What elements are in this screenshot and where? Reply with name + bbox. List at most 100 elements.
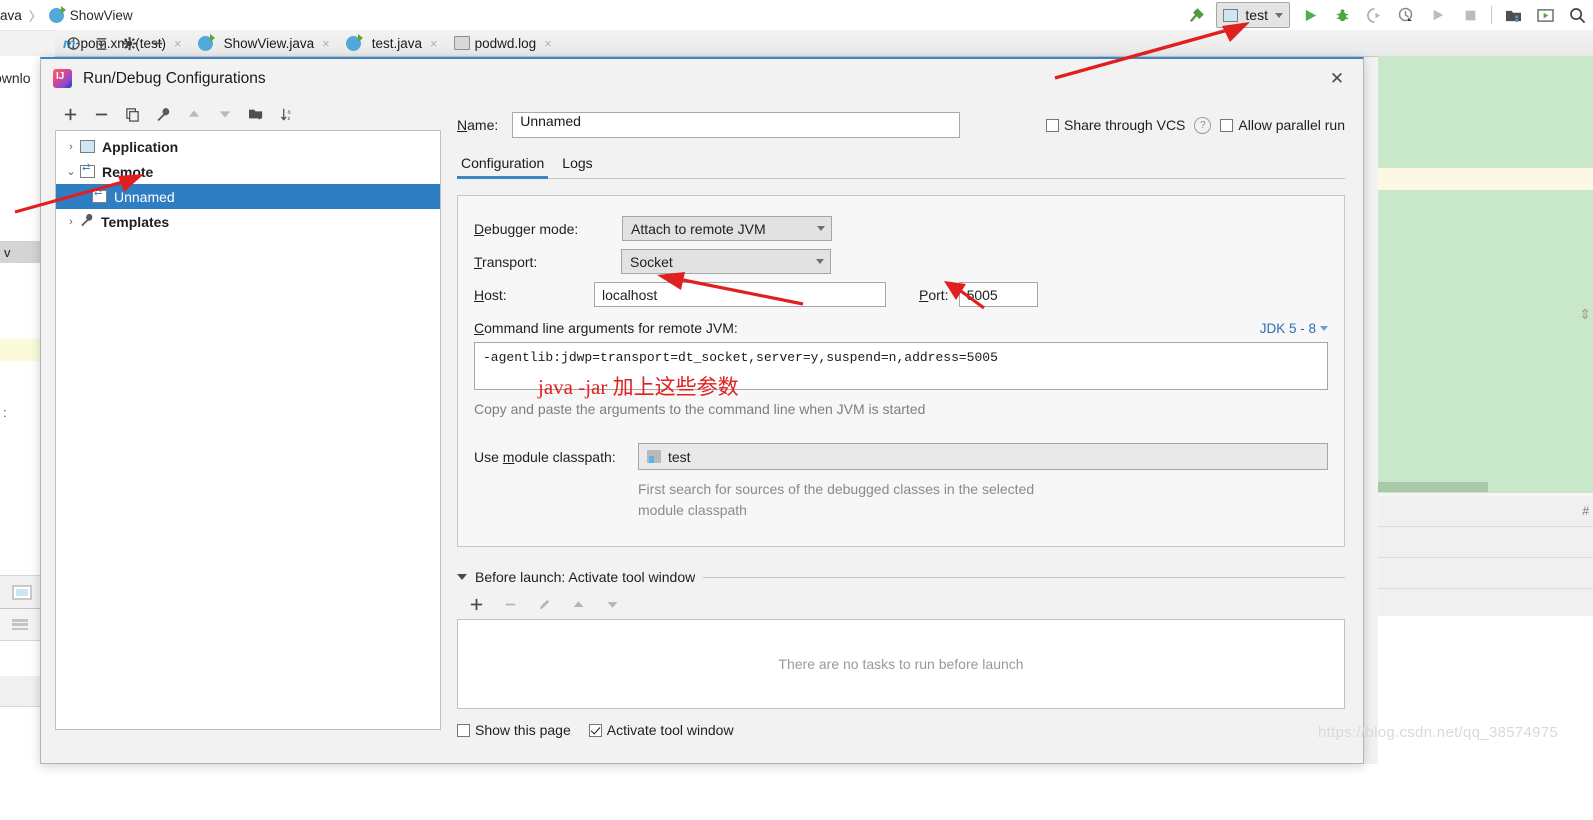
watermark: https://blog.csdn.net/qq_38574975 (1318, 724, 1559, 741)
row-marker: # (1582, 504, 1589, 518)
tree-node-unnamed[interactable]: Unnamed (56, 184, 440, 209)
breadcrumb-current[interactable]: ShowView (70, 8, 133, 23)
edit-templates-button[interactable] (154, 105, 172, 123)
module-classpath-select[interactable]: test (638, 443, 1328, 470)
project-structure-icon[interactable] (1497, 1, 1529, 29)
edit-task-button[interactable] (535, 595, 553, 613)
wrench-icon (80, 213, 94, 230)
checkbox-box[interactable] (588, 723, 602, 737)
stop-icon[interactable] (1454, 1, 1486, 29)
settings-gear-icon[interactable] (116, 31, 142, 55)
hammer-build-icon[interactable] (1180, 1, 1212, 29)
breadcrumb-separator: 〉 (28, 8, 42, 24)
jdk-version-link[interactable]: JDK 5 - 8 (1260, 321, 1328, 336)
tab-label: Configuration (461, 155, 545, 171)
chevron-right-icon[interactable]: › (62, 141, 80, 153)
tree-node-remote[interactable]: ⌄ Remote (56, 159, 440, 184)
tab-configuration[interactable]: Configuration (457, 152, 556, 179)
remove-task-button[interactable] (501, 595, 519, 613)
rerun-icon[interactable] (1422, 1, 1454, 29)
breadcrumb-parent[interactable]: ava (0, 8, 22, 23)
show-this-page-checkbox[interactable]: Show this page (457, 722, 571, 738)
intellij-idea-logo (53, 69, 72, 88)
activate-tool-window-label: Activate tool window (606, 722, 734, 738)
before-launch-header[interactable]: Before launch: Activate tool window (457, 569, 1345, 585)
new-folder-button[interactable] (247, 105, 265, 123)
debugger-mode-value: Attach to remote JVM (631, 220, 766, 237)
module-classpath-label: Use module classpath: (474, 448, 616, 465)
run-icon[interactable] (1294, 1, 1326, 29)
diff-modified-row (1378, 168, 1593, 190)
checkbox-box[interactable] (457, 723, 470, 737)
debugger-mode-label: Debugger mode: (474, 220, 579, 237)
add-configuration-button[interactable] (61, 105, 79, 123)
run-configuration-selector[interactable]: test (1216, 2, 1290, 28)
share-through-vcs-checkbox[interactable]: Share through VCS (1045, 117, 1185, 133)
hide-icon[interactable] (144, 31, 170, 55)
run-with-coverage-icon[interactable] (1358, 1, 1390, 29)
tab-label: Logs (562, 155, 593, 171)
editor-tab-test[interactable]: test.java × (338, 30, 446, 56)
triangle-down-icon[interactable] (457, 574, 467, 580)
toolwindow-row-3 (0, 676, 40, 707)
add-task-button[interactable] (467, 595, 485, 613)
configurations-tree[interactable]: › Application ⌄ Remote Unnamed › (55, 130, 441, 730)
allow-parallel-run-checkbox[interactable]: Allow parallel run (1220, 117, 1345, 133)
port-input[interactable]: 5005 (958, 282, 1038, 307)
help-icon[interactable]: ? (1194, 116, 1212, 134)
activate-tool-window-checkbox[interactable]: Activate tool window (588, 722, 734, 738)
tree-node-application[interactable]: › Application (56, 134, 440, 159)
editor-tab-label: podwd.log (474, 35, 537, 51)
sort-alphabetically-button[interactable]: az (278, 105, 296, 123)
annotation-red-note: java -jar 加上这些参数 (538, 375, 739, 399)
locate-icon[interactable] (60, 31, 86, 55)
main-toolbar: test (1180, 0, 1593, 30)
move-task-up-button[interactable] (569, 595, 587, 613)
close-icon[interactable]: × (174, 36, 182, 51)
close-icon[interactable]: × (544, 36, 552, 51)
editor-tab-strip: m pom.xml (test) × ShowView.java × test.… (55, 30, 1593, 57)
ide-background: ava 〉 ShowView test pom.xml (test) × Sho… (0, 0, 1593, 820)
background-text-fragment: ownlo (0, 70, 31, 86)
close-icon[interactable]: × (430, 36, 438, 51)
tree-node-label: Remote (102, 163, 154, 180)
editor-tab-showview[interactable]: ShowView.java × (190, 30, 338, 56)
search-icon[interactable] (1561, 1, 1593, 29)
remove-configuration-button[interactable] (92, 105, 110, 123)
before-launch-task-list[interactable]: There are no tasks to run before launch (457, 619, 1345, 709)
transport-value: Socket (630, 253, 673, 270)
list-icon (12, 619, 28, 630)
diff-added-block-2 (1378, 190, 1593, 493)
terminal-icon[interactable] (1529, 1, 1561, 29)
run-debug-configurations-dialog: Run/Debug Configurations ✕ (40, 57, 1364, 764)
transport-select[interactable]: Socket (621, 249, 831, 274)
debug-bug-icon[interactable] (1326, 1, 1358, 29)
svg-text:a: a (287, 109, 291, 115)
move-down-button[interactable] (216, 105, 234, 123)
tree-node-templates[interactable]: › Templates (56, 209, 440, 234)
bottom-checkbox-row: Show this page Activate tool window (457, 722, 1345, 738)
close-icon[interactable]: × (322, 36, 330, 51)
checkbox-box[interactable] (1045, 118, 1059, 132)
move-up-button[interactable] (185, 105, 203, 123)
log-rows (1378, 496, 1593, 620)
editor-tab-log[interactable]: podwd.log × (446, 30, 560, 56)
collapse-all-icon[interactable] (88, 31, 114, 55)
chevron-down-icon (1275, 12, 1283, 18)
name-input[interactable]: Unnamed (512, 112, 961, 138)
chevron-down-icon[interactable]: ⌄ (62, 165, 80, 178)
move-task-down-button[interactable] (603, 595, 621, 613)
host-input[interactable]: localhost (594, 282, 886, 307)
allow-parallel-run-label: Allow parallel run (1238, 117, 1345, 133)
checkbox-box[interactable] (1220, 118, 1234, 132)
copy-configuration-button[interactable] (123, 105, 141, 123)
module-classpath-value: test (668, 448, 691, 465)
chevron-right-icon[interactable]: › (62, 216, 80, 228)
close-icon[interactable]: ✕ (1327, 69, 1347, 89)
editor-background-left: ownlo v : (0, 56, 40, 764)
horizontal-scrollbar[interactable] (1378, 482, 1488, 492)
tab-logs[interactable]: Logs (558, 152, 604, 178)
debugger-mode-select[interactable]: Attach to remote JVM (622, 216, 832, 241)
configurations-tree-pane: az › Application ⌄ Remote (41, 98, 441, 766)
profiler-icon[interactable] (1390, 1, 1422, 29)
